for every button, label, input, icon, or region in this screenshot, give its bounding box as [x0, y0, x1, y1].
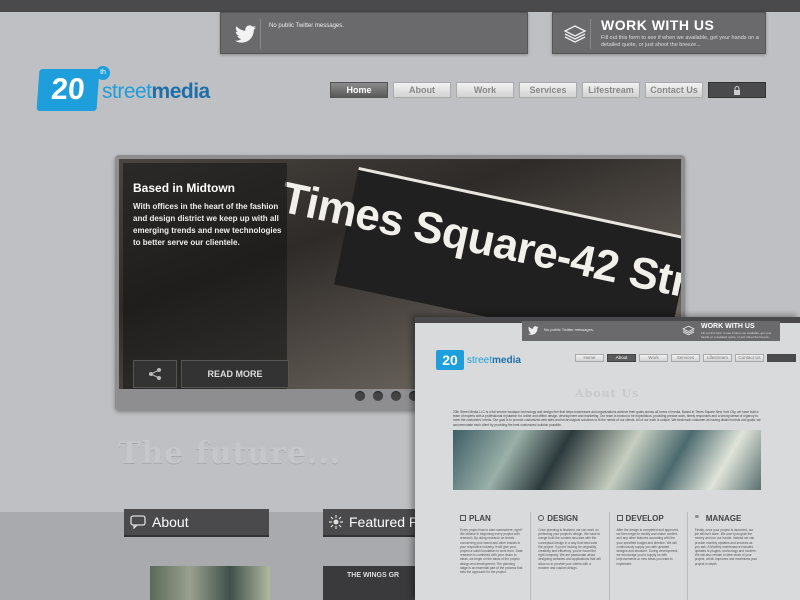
process-develop: DEVELOP After the design is completed an…: [608, 512, 687, 600]
plan-icon: [460, 515, 466, 521]
preview-layers-icon: [682, 325, 695, 336]
preview-banner-art: [453, 430, 761, 490]
featured-section-header: Featured P: [323, 509, 423, 537]
read-more-button[interactable]: READ MORE: [181, 360, 289, 388]
about-section-header: About: [124, 509, 269, 537]
hero-caption-title: Based in Midtown: [133, 181, 235, 195]
slider-dot-3[interactable]: [391, 391, 401, 401]
preview-work-desc: Fill out this form to see if when we ava…: [701, 331, 772, 339]
about-page-preview: No public Twitter messages. WORK WITH US…: [415, 317, 800, 600]
preview-logo-wordmark: streetmedia: [467, 355, 521, 367]
nav-work[interactable]: Work: [456, 82, 514, 98]
lock-icon[interactable]: [708, 82, 766, 98]
logo-word-light: street: [102, 80, 152, 103]
top-strip: [0, 0, 800, 12]
logo-number: 20: [36, 69, 100, 111]
preview-work-title: WORK WITH US: [701, 323, 755, 330]
twitter-message: No public Twitter messages.: [269, 23, 344, 29]
plan-title: PLAN: [469, 513, 491, 523]
nav-lifestream[interactable]: Lifestream: [582, 82, 640, 98]
preview-nav-lifestream: Lifestream: [703, 354, 732, 362]
manage-text: Finally, once your project is launched, …: [694, 528, 758, 566]
work-with-us-title: WORK WITH US: [601, 17, 715, 33]
preview-about-text: 20th Street Media LLC is a full service …: [453, 410, 761, 427]
manage-title: MANAGE: [705, 513, 742, 523]
site-logo[interactable]: 20 th streetmedia: [36, 66, 218, 116]
preview-logo-word-bold: media: [492, 355, 521, 366]
develop-title: DEVELOP: [625, 513, 664, 523]
hero-caption: Based in Midtown With offices in the hea…: [123, 163, 289, 389]
work-with-us-desc: Fill out this form to see if when we ava…: [601, 35, 759, 48]
preview-logo-number: 20: [436, 350, 464, 370]
nav-contact[interactable]: Contact Us: [645, 82, 703, 98]
layers-icon: [559, 19, 591, 49]
hero-caption-body: With offices in the heart of the fashion…: [133, 202, 282, 247]
preview-logo: 20 streetmedia: [436, 348, 526, 372]
preview-nav-contact: Contact Us: [735, 354, 764, 362]
work-with-us-panel[interactable]: WORK WITH US Fill out this form to see i…: [552, 12, 766, 54]
plan-text: Every project has to start somewhere, ri…: [460, 528, 523, 575]
share-icon[interactable]: [133, 360, 177, 388]
preview-nav-work: Work: [639, 354, 668, 362]
manage-icon: ≡: [694, 514, 699, 521]
featured-thumbnail[interactable]: THE WINGS GR: [323, 566, 423, 600]
preview-twitter-bird-icon: [528, 326, 539, 335]
slider-pagination: [355, 391, 419, 401]
logo-superscript: th: [96, 66, 110, 80]
future-heading: The future...: [118, 436, 342, 471]
preview-twitter-message: No public Twitter messages.: [544, 327, 594, 332]
slider-dot-2[interactable]: [373, 391, 383, 401]
logo-wordmark: streetmedia: [102, 80, 210, 104]
preview-nav-home: Home: [575, 354, 604, 362]
preview-logo-word-light: street: [467, 355, 493, 366]
twitter-bird-icon[interactable]: [231, 19, 261, 49]
design-icon: [538, 515, 545, 521]
nav-home[interactable]: Home: [330, 82, 388, 98]
logo-word-bold: media: [151, 80, 211, 103]
chat-bubble-icon: [130, 515, 146, 529]
nav-services[interactable]: Services: [519, 82, 577, 98]
nav-about[interactable]: About: [393, 82, 451, 98]
preview-about-heading: About Us: [575, 387, 640, 400]
process-manage: ≡ MANAGE Finally, once your project is la…: [686, 512, 765, 600]
develop-icon: [616, 515, 623, 521]
preview-nav-services: Services: [671, 354, 700, 362]
design-title: DESIGN: [547, 513, 578, 523]
develop-text: After the design is completed and approv…: [616, 528, 679, 566]
preview-process-columns: PLAN Every project has to start somewher…: [453, 512, 765, 600]
preview-work-panel: WORK WITH US Fill out this form to see i…: [677, 321, 780, 341]
sun-icon: [329, 515, 343, 529]
process-plan: PLAN Every project has to start somewher…: [453, 512, 530, 600]
design-text: Once planning is finalized, we can work …: [538, 528, 601, 570]
preview-nav-about: About: [607, 354, 636, 362]
main-nav: Home About Work Services Lifestream Cont…: [330, 82, 766, 98]
slider-dot-1[interactable]: [355, 391, 365, 401]
about-section-title: About: [152, 514, 189, 530]
process-design: DESIGN Once planning is finalized, we ca…: [530, 512, 608, 600]
featured-section-title: Featured P: [349, 514, 419, 530]
preview-twitter-panel: No public Twitter messages.: [522, 321, 684, 341]
preview-nav: Home About Work Services Lifestream Cont…: [575, 354, 796, 362]
about-thumbnail[interactable]: [150, 566, 270, 600]
preview-lock-icon: [767, 354, 796, 362]
twitter-panel: No public Twitter messages.: [220, 12, 528, 54]
